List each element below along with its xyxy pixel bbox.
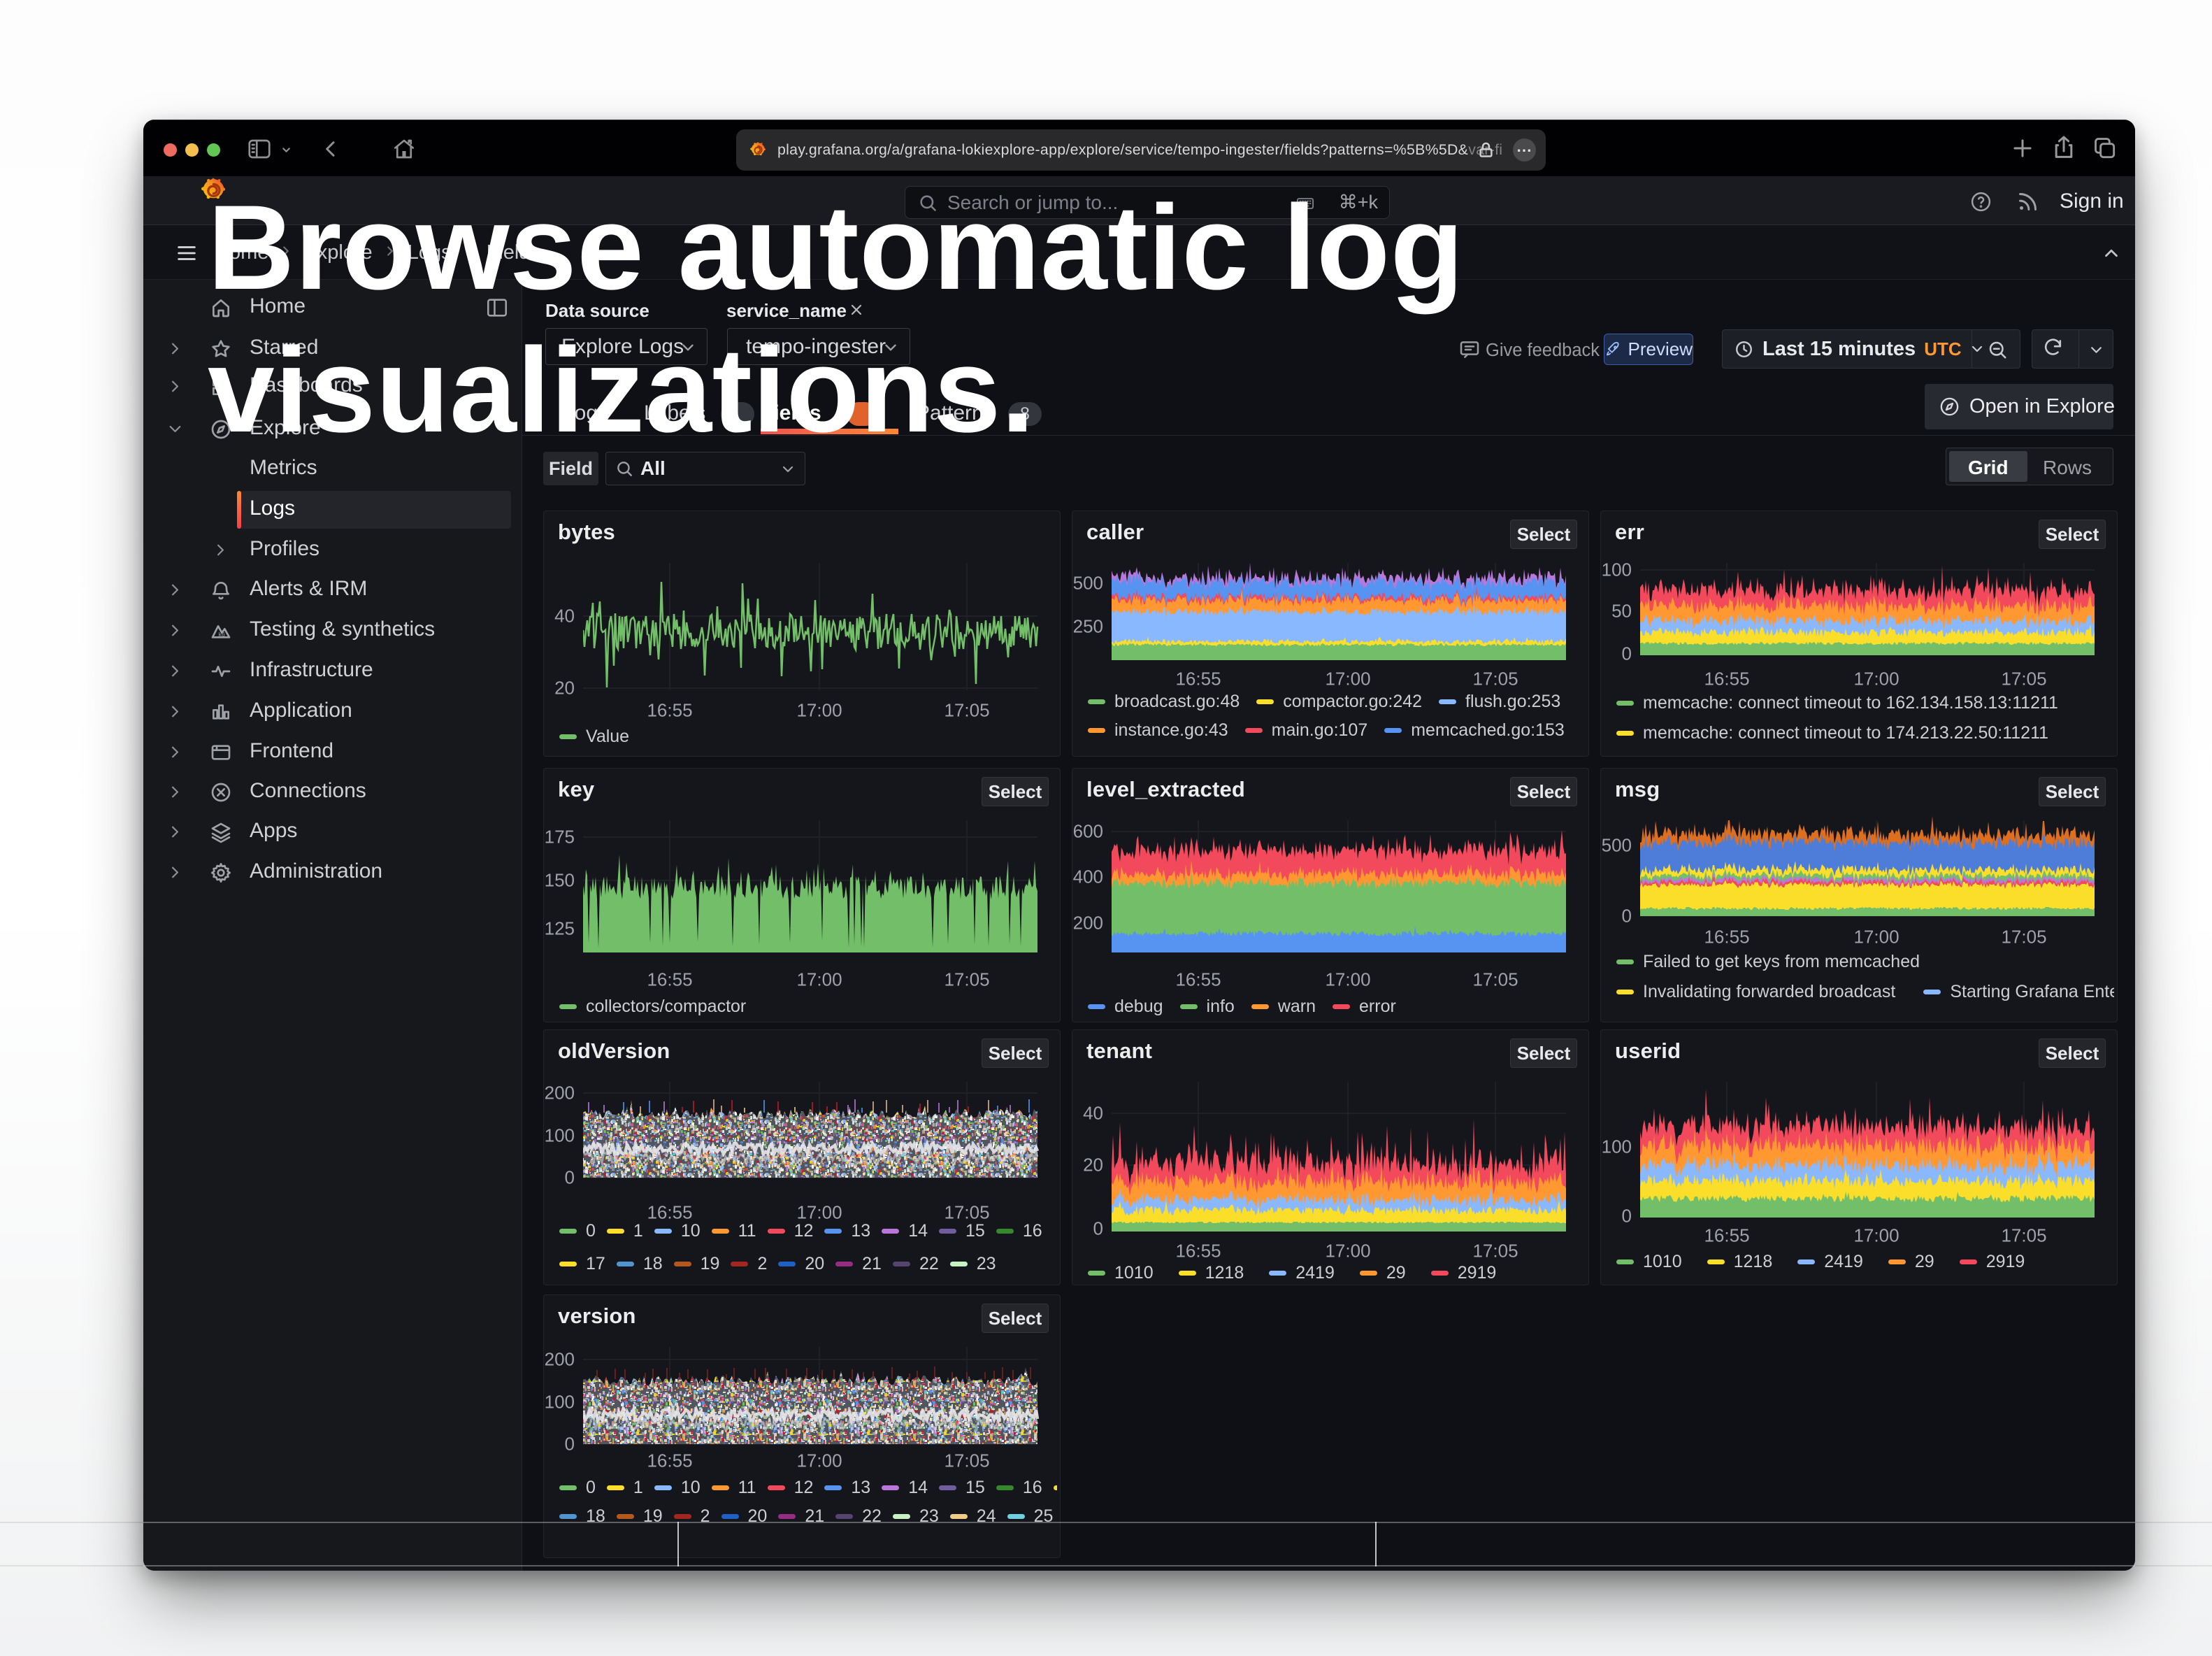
svg-text:k6: k6 xyxy=(219,631,225,638)
